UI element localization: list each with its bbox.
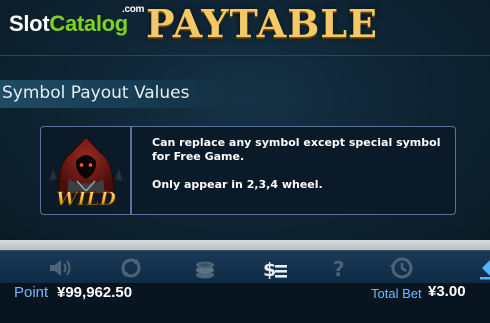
paytable-icon[interactable]: $	[261, 255, 291, 281]
wild-hooded-figure-icon: WILD	[47, 129, 125, 213]
point-label: Point	[14, 284, 49, 301]
watermark-catalog: Catalog	[49, 11, 128, 36]
back-arrow-icon[interactable]	[474, 255, 490, 281]
coins-icon[interactable]	[190, 255, 220, 281]
slotcatalog-watermark: SlotCatalog .com	[9, 4, 144, 37]
watermark-com: .com	[122, 4, 145, 15]
autoplay-icon[interactable]	[116, 255, 146, 281]
history-icon[interactable]	[386, 255, 416, 281]
sound-icon[interactable]	[45, 255, 75, 281]
page-title: PAYTABLE	[146, 1, 379, 46]
toolbar: $ ?	[0, 250, 490, 284]
point-value: ¥99,962.50	[57, 284, 133, 301]
watermark-slot: Slot	[9, 11, 50, 36]
wild-reel-info: Only appear in 2,3,4 wheel.	[152, 178, 323, 191]
panel-divider	[0, 240, 490, 250]
card-separator	[130, 127, 132, 214]
paytable-screen: SlotCatalog .com PAYTABLE Symbol Payout …	[0, 0, 490, 250]
section-title: Symbol Payout Values	[2, 83, 190, 103]
svg-text:?: ?	[333, 257, 345, 281]
wild-description: Can replace any symbol except special sy…	[152, 136, 441, 163]
total-bet-value: ¥3.00	[428, 283, 466, 300]
svg-text:$: $	[263, 259, 276, 281]
wild-symbol-card: WILD Can replace any symbol except speci…	[40, 126, 456, 215]
title-divider	[0, 55, 490, 56]
help-icon[interactable]: ?	[325, 255, 355, 281]
wild-text: WILD	[56, 188, 117, 210]
total-bet-label: Total Bet	[371, 286, 422, 301]
